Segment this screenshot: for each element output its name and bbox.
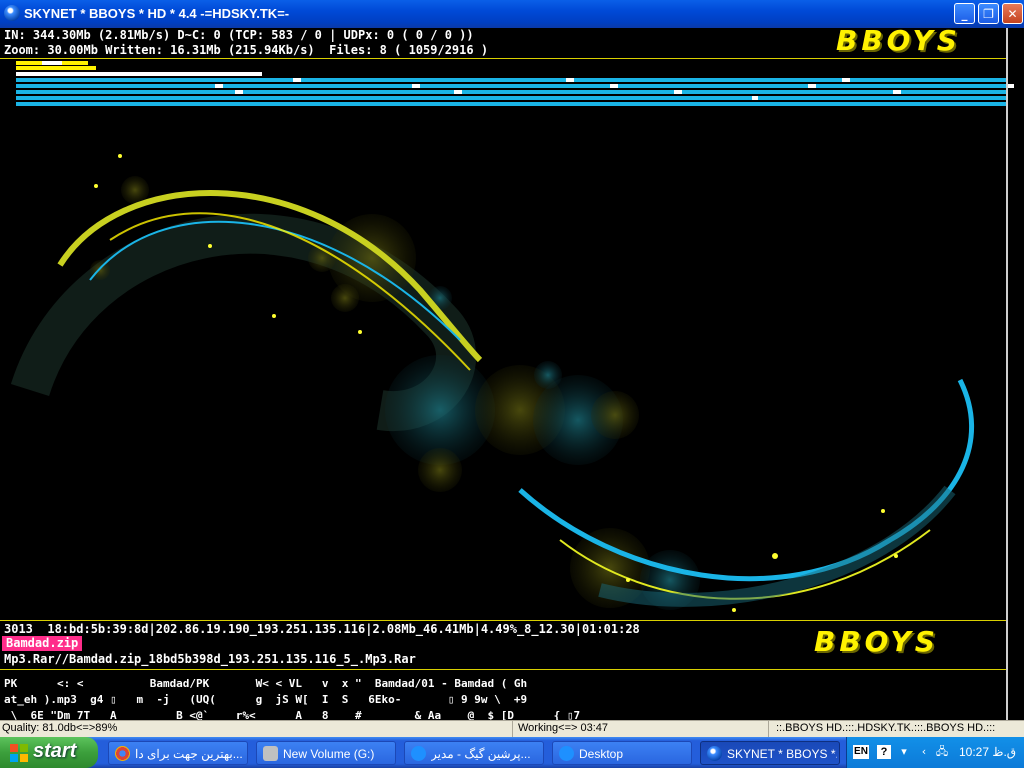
ie-icon <box>411 746 426 761</box>
skynet-app-icon[interactable] <box>4 5 20 21</box>
close-icon: ✕ <box>1007 7 1018 21</box>
session-bar-2 <box>16 84 1006 88</box>
close-button[interactable]: ✕ <box>1002 3 1023 24</box>
taskbar-item-label: New Volume (G:) <box>283 747 375 761</box>
system-tray: EN ? ▾ ‹ 🖧 10:27 ق.ظ <box>846 737 1024 768</box>
bar-marker <box>293 78 301 82</box>
ie-icon <box>559 746 574 761</box>
bar-marker <box>674 90 682 94</box>
current-file-badge[interactable]: Bamdad.zip <box>2 636 83 651</box>
restore-icon: ❐ <box>983 7 994 21</box>
status-bar: Quality: 81.0db<=>89% Working<=> 03:47 :… <box>0 720 1024 737</box>
skynet-icon <box>707 746 722 761</box>
session-bar-3 <box>16 90 1006 94</box>
panel-divider <box>1006 28 1008 720</box>
progress-bar-yellow-2 <box>16 66 96 70</box>
language-indicator[interactable]: EN <box>853 745 869 759</box>
bboys-logo-top: BBOYS <box>836 24 961 57</box>
bar-marker <box>893 90 901 94</box>
taskbar-item-desktop[interactable]: Desktop <box>552 741 692 765</box>
raw-line: PK <: < Bamdad/PK W< < VL v x " Bamdad/0… <box>4 677 528 690</box>
taskbar-item-ie[interactable]: پرشین گیگ - مدیر... <box>404 741 544 765</box>
bar-marker <box>808 84 816 88</box>
minimize-icon: _ <box>961 7 968 21</box>
stats-panel: IN: 344.30Mb (2.81Mb/s) D~C: 0 (TCP: 583… <box>0 24 1006 59</box>
help-icon[interactable]: ? <box>877 745 891 759</box>
chrome-icon <box>115 746 130 761</box>
raw-payload-text: PK <: < Bamdad/PK W< < VL v x " Bamdad/0… <box>4 676 580 724</box>
start-label: start <box>33 740 77 762</box>
status-separator <box>768 721 769 737</box>
taskbar-item-chrome[interactable]: بهترین جهت برای دا... <box>108 741 248 765</box>
sniffer-view: IN: 344.30Mb (2.81Mb/s) D~C: 0 (TCP: 583… <box>0 24 1024 722</box>
network-icon[interactable]: 🖧 <box>935 745 949 759</box>
taskbar: start بهترین جهت برای دا... New Volume (… <box>0 737 1024 768</box>
tray-arrow-icon[interactable]: ▾ <box>897 745 911 759</box>
window-title: SKYNET * BBOYS * HD * 4.4 -=HDSKY.TK=- <box>24 6 290 21</box>
windows-flag-icon <box>10 744 28 762</box>
bar-marker <box>752 96 758 100</box>
bar-marker <box>454 90 462 94</box>
file-path: Mp3.Rar//Bamdad.zip_18bd5b398d_193.251.1… <box>4 652 416 666</box>
start-button[interactable]: start <box>0 737 98 768</box>
taskbar-item-label: Desktop <box>579 747 624 761</box>
status-quality: Quality: 81.0db<=>89% <box>2 722 118 734</box>
session-detail-panel: 3013 18:bd:5b:39:8d|202.86.19.190_193.25… <box>0 620 1006 670</box>
session-bar-5 <box>16 102 1006 106</box>
session-info: 3013 18:bd:5b:39:8d|202.86.19.190_193.25… <box>4 622 640 636</box>
stats-line-in: IN: 344.30Mb (2.81Mb/s) D~C: 0 (TCP: 583… <box>4 28 474 42</box>
taskbar-item-explorer[interactable]: New Volume (G:) <box>256 741 396 765</box>
bar-marker <box>566 78 574 82</box>
drive-icon <box>263 746 278 761</box>
taskbar-item-label: پرشین گیگ - مدیر... <box>431 747 531 761</box>
taskbar-item-label: بهترین جهت برای دا... <box>135 747 243 761</box>
bar-marker <box>610 84 618 88</box>
progress-bar-white-seg <box>42 61 62 65</box>
progress-bar-white <box>16 72 262 76</box>
stats-line-zoom: Zoom: 30.00Mb Written: 16.31Mb (215.94Kb… <box>4 43 489 57</box>
status-working: Working<=> 03:47 <box>518 722 608 734</box>
taskbar-item-label: SKYNET * BBOYS *... <box>727 747 837 761</box>
clock[interactable]: 10:27 ق.ظ <box>959 745 1016 759</box>
bar-marker <box>215 84 223 88</box>
tray-expand-icon[interactable]: ‹ <box>917 745 931 759</box>
wallpaper-artwork <box>10 154 975 612</box>
minimize-button[interactable]: _ <box>954 3 975 24</box>
session-bar-1 <box>16 78 1006 82</box>
taskbar-item-skynet[interactable]: SKYNET * BBOYS *... <box>700 741 840 765</box>
bar-marker <box>235 90 243 94</box>
raw-line: at_eh ).mp3 g4 ▯ m -j (UQ( g jS W[ I S 6… <box>4 693 528 706</box>
maximize-button[interactable]: ❐ <box>978 3 999 24</box>
bar-marker <box>412 84 420 88</box>
bar-marker <box>842 78 850 82</box>
status-separator <box>512 721 513 737</box>
session-bars <box>0 58 1014 108</box>
status-site: ::.BBOYS HD.:::.HDSKY.TK.:::.BBOYS HD.::… <box>776 722 996 734</box>
session-bar-4 <box>16 96 1006 100</box>
bboys-logo-bottom: BBOYS <box>814 625 939 658</box>
